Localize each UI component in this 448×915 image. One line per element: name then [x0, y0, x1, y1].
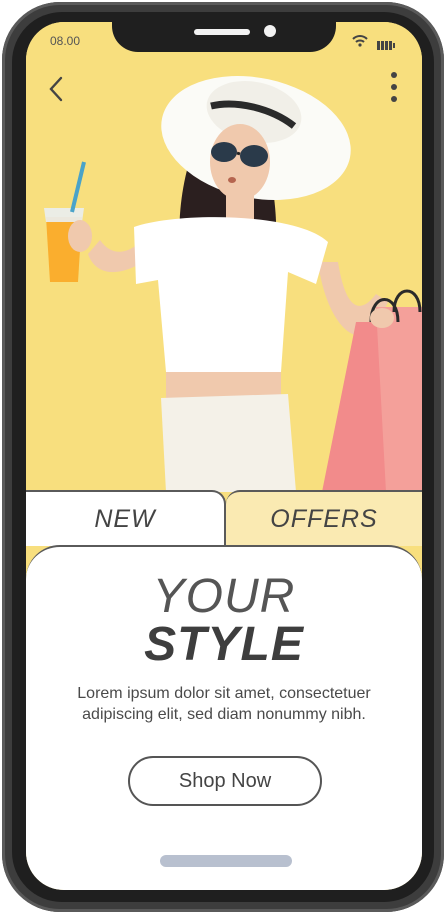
status-time: 08.00	[50, 34, 81, 48]
promo-description: Lorem ipsum dolor sit amet, consectetuer…	[77, 685, 371, 723]
front-camera	[264, 25, 276, 37]
promo-card: YOUR STYLE Lorem ipsum dolor sit amet, c…	[26, 545, 422, 890]
phone-notch	[112, 22, 336, 52]
chevron-left-icon[interactable]	[48, 76, 64, 107]
tab-new[interactable]: NEW	[26, 490, 226, 546]
battery-icon	[377, 37, 397, 55]
home-indicator[interactable]	[160, 855, 292, 867]
vertical-dots-icon[interactable]	[390, 70, 398, 109]
speaker-grille	[194, 29, 250, 35]
tab-offers[interactable]: OFFERS	[226, 490, 422, 546]
hero-title-line2: STYLE	[144, 618, 304, 671]
hero-title-line1: YOUR	[152, 570, 296, 623]
app-screen: 08.00 NEW OFFERS YOUR STYLE Lorem ipsum …	[26, 22, 422, 890]
hero-photo	[26, 22, 422, 522]
wifi-icon	[352, 34, 368, 52]
shop-now-button[interactable]: Shop Now	[128, 756, 322, 806]
